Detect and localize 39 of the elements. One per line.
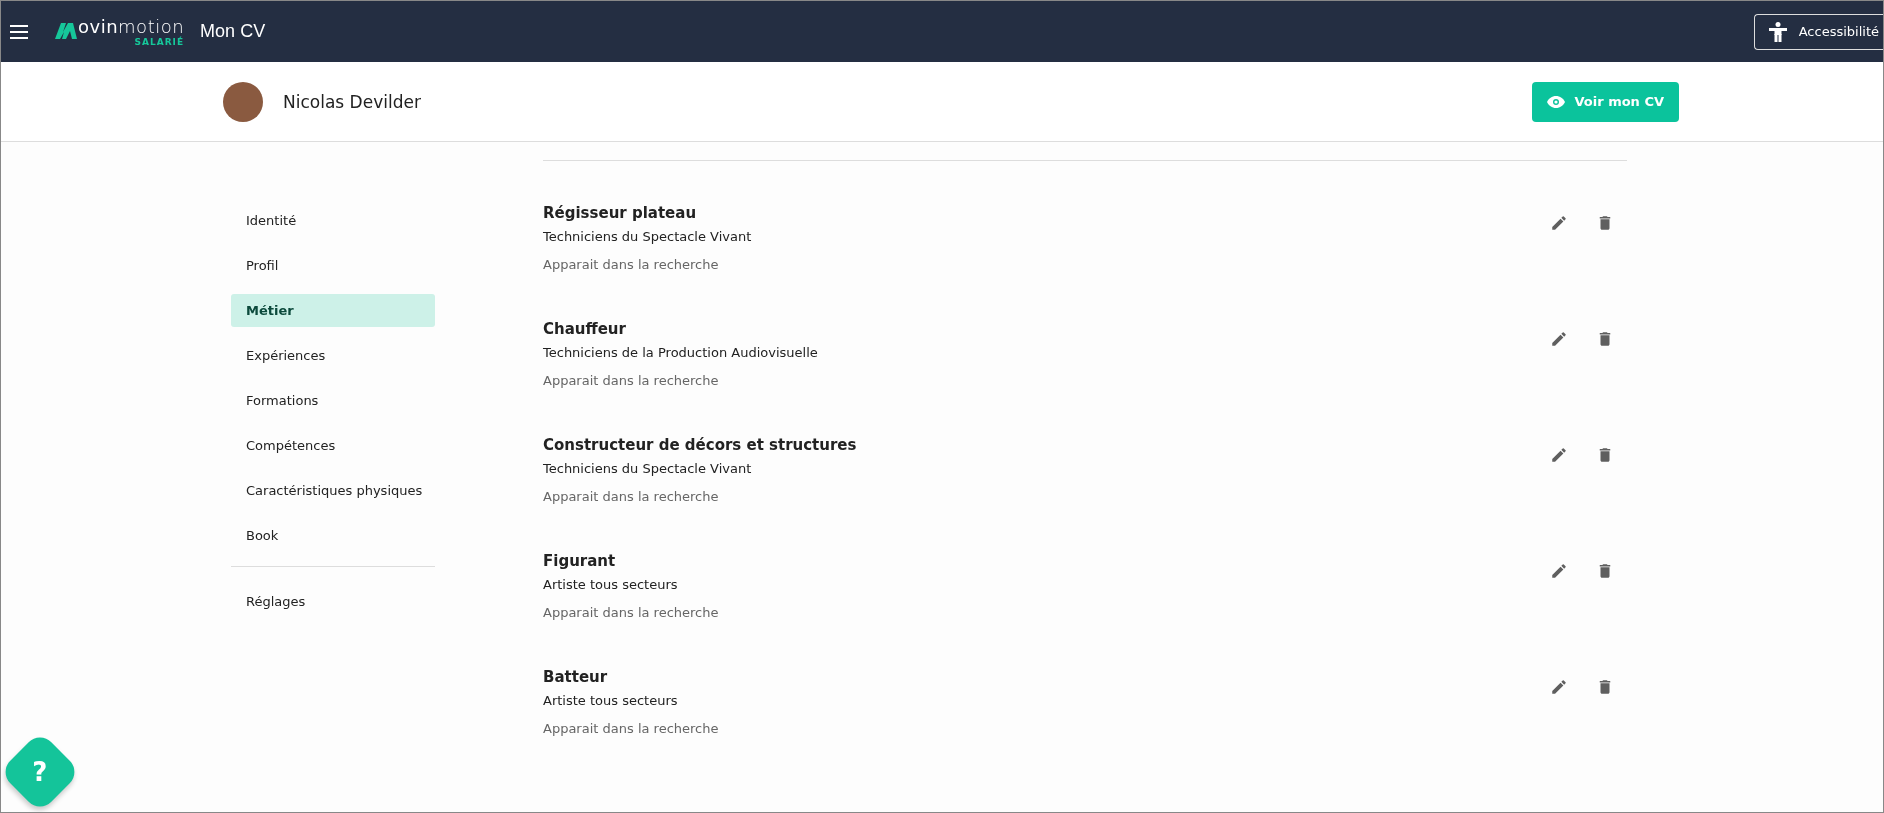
edit-icon[interactable] xyxy=(1549,213,1569,233)
job-title: Batteur xyxy=(543,667,609,687)
job-status: Apparait dans la recherche xyxy=(543,372,720,390)
job-title: Constructeur de décors et structures xyxy=(543,435,857,455)
logo-mark-icon xyxy=(55,22,77,39)
job-sector: Artiste tous secteurs xyxy=(543,576,679,594)
sidebar-item[interactable]: Book xyxy=(231,519,435,552)
avatar xyxy=(223,81,263,122)
page-title: Mon CV xyxy=(200,21,266,42)
menu-icon[interactable] xyxy=(9,23,29,40)
accessibility-button[interactable]: Accessibilité xyxy=(1753,13,1883,50)
edit-icon[interactable] xyxy=(1549,329,1569,349)
job-title: Figurant xyxy=(543,551,617,571)
sidebar-item[interactable]: Métier xyxy=(231,294,435,327)
sidebar-item[interactable]: Caractéristiques physiques xyxy=(231,474,435,507)
eye-icon xyxy=(1547,95,1566,108)
sidebar-item[interactable]: Expériences xyxy=(231,339,435,372)
job-sector: Techniciens du Spectacle Vivant xyxy=(543,228,752,246)
logo-subtitle: SALARIÉ xyxy=(134,36,185,47)
sidebar-item[interactable]: Compétences xyxy=(231,429,435,462)
sidebar-item[interactable]: Réglages xyxy=(231,585,435,618)
logo-text: ovinmotion xyxy=(78,16,185,37)
sidebar-item[interactable]: Formations xyxy=(231,384,435,417)
job-title: Régisseur plateau xyxy=(543,203,698,223)
edit-icon[interactable] xyxy=(1549,561,1569,581)
edit-icon[interactable] xyxy=(1549,677,1569,697)
sidebar-item[interactable]: Identité xyxy=(231,204,435,237)
sidebar-item[interactable]: Profil xyxy=(231,249,435,282)
job-status: Apparait dans la recherche xyxy=(543,488,720,506)
job-title: Chauffeur xyxy=(543,319,627,339)
job-status: Apparait dans la recherche xyxy=(543,720,719,738)
job-status: Apparait dans la recherche xyxy=(543,604,719,622)
accessibility-icon xyxy=(1768,21,1787,42)
job-sector: Techniciens de la Production Audiovisuelle xyxy=(543,344,818,362)
job-sector: Artiste tous secteurs xyxy=(543,692,679,710)
job-sector: Techniciens du Spectacle Vivant xyxy=(543,460,753,478)
edit-icon[interactable] xyxy=(1549,445,1569,465)
job-status: Apparait dans la recherche xyxy=(543,256,720,274)
user-name: Nicolas Devilder xyxy=(283,91,421,112)
